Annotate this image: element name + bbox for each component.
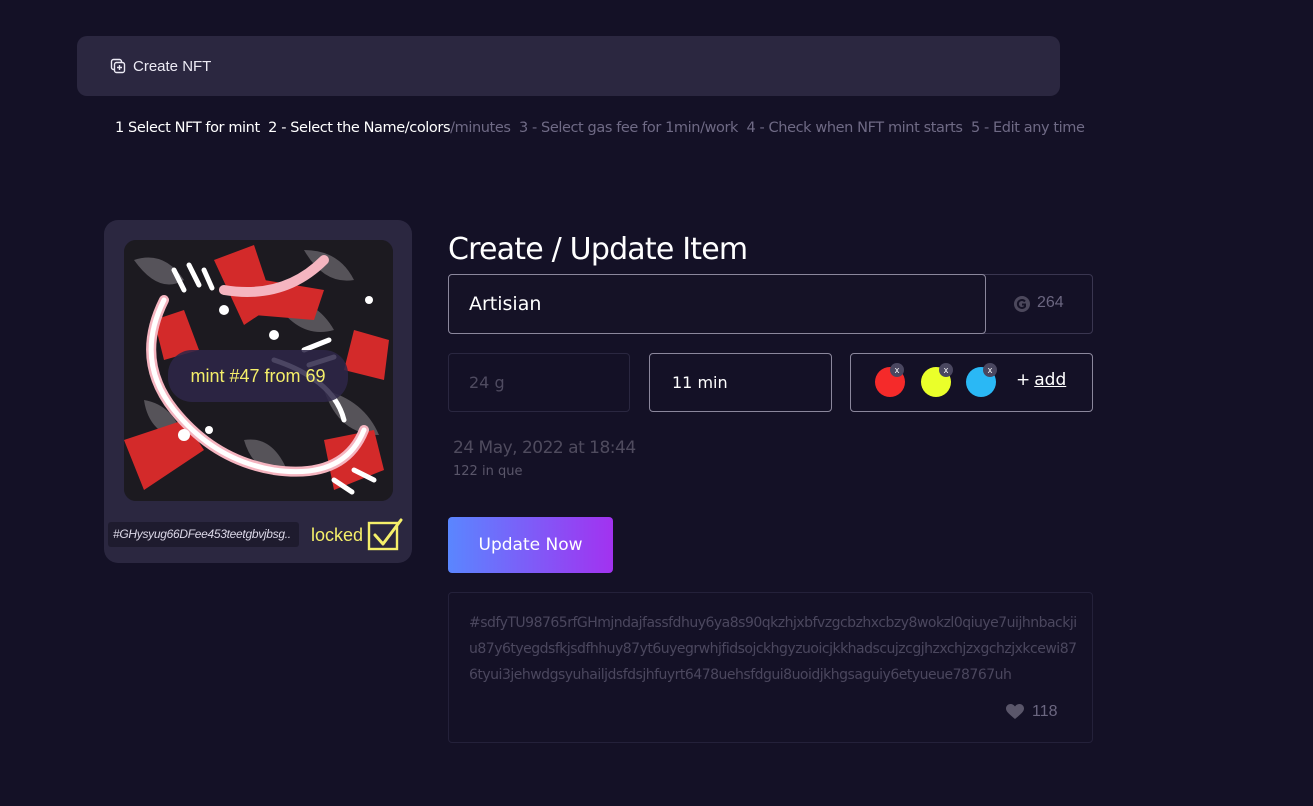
remove-color-blue-button[interactable]: x bbox=[983, 363, 997, 377]
add-color-link[interactable]: + add bbox=[1016, 370, 1066, 390]
step-1: 1 Select NFT for mint bbox=[115, 120, 260, 136]
steps-bar: 1 Select NFT for mint 2 - Select the Nam… bbox=[115, 120, 1085, 136]
queue-suffix: in que bbox=[481, 464, 523, 479]
color-picker: x x x + add bbox=[850, 353, 1093, 412]
nft-preview-card: mint #47 from 69 #GHysyug66DFee453teetgb… bbox=[104, 220, 412, 563]
name-field-group: 264 bbox=[448, 274, 1093, 334]
step-4: 4 - Check when NFT mint starts bbox=[746, 120, 963, 136]
heart-icon[interactable] bbox=[1006, 704, 1024, 720]
header-title: Create NFT bbox=[133, 57, 212, 75]
name-input[interactable] bbox=[448, 274, 986, 334]
remove-color-yellow-button[interactable]: x bbox=[939, 363, 953, 377]
page-title: Create / Update Item bbox=[448, 232, 748, 268]
queue-status: 122 in que bbox=[453, 464, 522, 479]
gas-icon bbox=[1014, 296, 1030, 312]
add-square-icon bbox=[110, 58, 126, 74]
step-2-minutes: /minutes bbox=[450, 120, 511, 136]
remove-color-red-button[interactable]: x bbox=[890, 363, 904, 377]
locked-label: locked bbox=[311, 525, 364, 545]
nft-hash: #GHysyug66DFee453teetgbvjbsg.. bbox=[108, 522, 299, 547]
minutes-input[interactable] bbox=[649, 353, 832, 412]
check-square-icon[interactable] bbox=[367, 518, 403, 552]
gas-value: 264 bbox=[1037, 294, 1064, 311]
step-5: 5 - Edit any time bbox=[970, 120, 1085, 136]
hash-text: #sdfyTU98765rfGHmjndajfassfdhuy6ya8s90qk… bbox=[469, 615, 1077, 683]
step-3: 3 - Select gas fee for 1min/work bbox=[518, 120, 739, 136]
mint-count-badge: mint #47 from 69 bbox=[168, 350, 348, 402]
update-now-button[interactable]: Update Now bbox=[448, 517, 613, 573]
weight-input[interactable] bbox=[448, 353, 630, 412]
hash-card: #sdfyTU98765rfGHmjndajfassfdhuy6ya8s90qk… bbox=[448, 592, 1093, 743]
step-2: 2 - Select the Name/colors bbox=[268, 120, 451, 136]
mint-date: 24 May, 2022 at 18:44 bbox=[453, 438, 636, 458]
create-nft-header[interactable]: Create NFT bbox=[77, 36, 1060, 96]
likes-count: 118 bbox=[1032, 703, 1058, 720]
queue-count: 122 bbox=[453, 464, 478, 479]
nft-artwork[interactable]: mint #47 from 69 bbox=[124, 240, 393, 501]
